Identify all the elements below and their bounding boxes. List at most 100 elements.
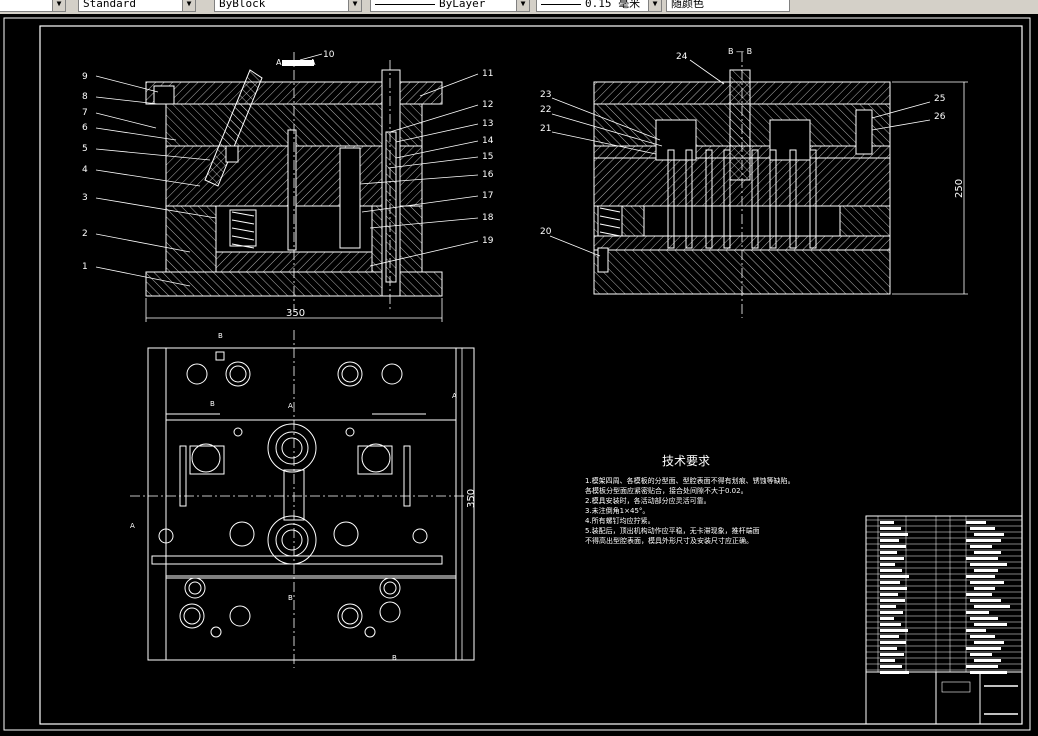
text-style-value: Standard <box>83 0 136 10</box>
parts-list-cell <box>966 647 1001 650</box>
chevron-down-icon[interactable]: ▼ <box>52 0 65 11</box>
svg-text:3: 3 <box>82 193 88 203</box>
svg-text:B: B <box>210 400 215 408</box>
parts-list-cell <box>880 659 895 662</box>
parts-list-cell <box>880 629 908 632</box>
parts-list-cell <box>966 665 998 668</box>
parts-list-cell <box>880 617 894 620</box>
parts-list-cell <box>970 617 998 620</box>
chevron-down-icon[interactable]: ▼ <box>182 0 195 11</box>
svg-text:B: B <box>392 654 397 662</box>
chevron-down-icon[interactable]: ▼ <box>516 0 529 11</box>
parts-list-cell <box>966 611 989 614</box>
dim-350-main: 350 <box>286 308 305 319</box>
parts-list-cell <box>880 545 906 548</box>
svg-text:A: A <box>276 58 282 67</box>
tech-note: 各模板分型面应紧密贴合，接合处间隙不大于0.02。 <box>585 487 748 495</box>
svg-text:7: 7 <box>82 108 88 118</box>
svg-text:25: 25 <box>934 94 945 104</box>
parts-list-cell <box>974 587 995 590</box>
parts-list-cell <box>970 581 1004 584</box>
svg-text:2: 2 <box>82 229 88 239</box>
svg-text:1: 1 <box>82 262 88 272</box>
color-value: 随颜色 <box>671 0 704 10</box>
parts-list-cell <box>880 533 908 536</box>
svg-text:A: A <box>288 402 293 410</box>
drawing-canvas[interactable]: A A 350 9 8 7 6 5 4 3 2 1 10 11 12 13 14… <box>0 14 1038 736</box>
color-dropdown[interactable]: 随颜色 <box>666 0 790 12</box>
prev-dropdown[interactable]: ▼ <box>0 0 66 12</box>
parts-list-cell <box>880 575 909 578</box>
parts-list-cell <box>970 599 1001 602</box>
svg-text:9: 9 <box>82 72 88 82</box>
parts-list-cell <box>880 527 901 530</box>
svg-text:26: 26 <box>934 112 946 122</box>
parts-list-cell <box>966 575 995 578</box>
svg-text:17: 17 <box>482 191 493 201</box>
plan-height-dimension: 350 <box>461 348 477 660</box>
layer-dropdown[interactable]: ByBlock ▼ <box>214 0 362 12</box>
tech-note: 不得高出型腔表面，模具外形尺寸及安装尺寸应正确。 <box>585 537 753 545</box>
chevron-down-icon[interactable]: ▼ <box>348 0 361 11</box>
linetype-value: ByLayer <box>439 0 486 10</box>
svg-text:21: 21 <box>540 124 551 134</box>
parts-list-cell <box>974 605 1010 608</box>
svg-text:18: 18 <box>482 213 494 223</box>
parts-list-cell <box>880 551 897 554</box>
parts-list-cell <box>880 611 903 614</box>
parts-list-cell <box>974 533 1004 536</box>
svg-text:250: 250 <box>954 179 965 198</box>
parts-list-cell <box>880 563 895 566</box>
parts-list-cell <box>880 581 900 584</box>
svg-text:15: 15 <box>482 152 493 162</box>
parts-list-cell <box>880 635 899 638</box>
main-width-dimension: 350 <box>145 298 443 322</box>
tech-requirements-notes: 1.模架四周、各模板的分型面、型腔表面不得有划痕、锈蚀等缺陷。 各模板分型面应紧… <box>585 476 795 546</box>
svg-text:A: A <box>452 392 457 400</box>
parts-list-table <box>865 515 1023 725</box>
parts-list-cell <box>970 527 995 530</box>
linetype-sample <box>375 3 435 5</box>
parts-list-cell <box>970 653 992 656</box>
parts-list-cell <box>966 539 1001 542</box>
chevron-down-icon[interactable]: ▼ <box>648 0 661 11</box>
text-style-dropdown[interactable]: Standard ▼ <box>78 0 196 12</box>
svg-text:A: A <box>310 58 316 67</box>
properties-toolbar: ▼ Standard ▼ ByBlock ▼ ByLayer ▼ 0.15 毫米 ▼ 随… <box>0 0 1038 14</box>
parts-list-cell <box>880 587 907 590</box>
tech-note: 5.装配后，顶出机构动作应平稳，无卡滞现象，推杆端面 <box>585 527 760 535</box>
parts-list-cell <box>970 635 995 638</box>
parts-list-cell <box>880 599 905 602</box>
parts-list-cell <box>880 521 894 524</box>
svg-text:350: 350 <box>466 489 477 508</box>
svg-text:6: 6 <box>82 123 88 133</box>
svg-text:12: 12 <box>482 100 493 110</box>
linetype-dropdown[interactable]: ByLayer ▼ <box>370 0 530 12</box>
parts-list-cell <box>974 623 1007 626</box>
plan-section-marks: B B B B A A A <box>130 332 457 662</box>
parts-list-cell <box>880 539 899 542</box>
section-title-bb: B — B <box>728 47 752 56</box>
parts-list-cell <box>966 629 986 632</box>
lineweight-dropdown[interactable]: 0.15 毫米 ▼ <box>536 0 662 12</box>
parts-list-cell <box>974 551 1001 554</box>
side-height-dimension: 250 <box>892 81 968 295</box>
tech-requirements-title: 技术要求 <box>662 454 711 468</box>
tech-note: 3.未注倒角1×45°。 <box>585 507 650 515</box>
svg-text:20: 20 <box>540 227 552 237</box>
parts-list-cell <box>880 641 906 644</box>
lineweight-sample <box>541 3 581 5</box>
parts-list-cell <box>970 563 1007 566</box>
part-labels-left: 9 8 7 6 5 4 3 2 1 <box>82 72 88 272</box>
plan-view <box>130 330 475 668</box>
parts-list-cell <box>880 647 897 650</box>
svg-text:14: 14 <box>482 136 494 146</box>
parts-list-cell <box>880 665 902 668</box>
lineweight-value: 0.15 毫米 <box>585 0 641 10</box>
svg-text:11: 11 <box>482 69 493 79</box>
tech-note: 4.所有螺钉均应拧紧。 <box>585 517 655 525</box>
parts-list-cell <box>974 569 998 572</box>
svg-text:24: 24 <box>676 52 688 62</box>
parts-list-cell <box>880 653 904 656</box>
parts-list-cell <box>880 623 901 626</box>
